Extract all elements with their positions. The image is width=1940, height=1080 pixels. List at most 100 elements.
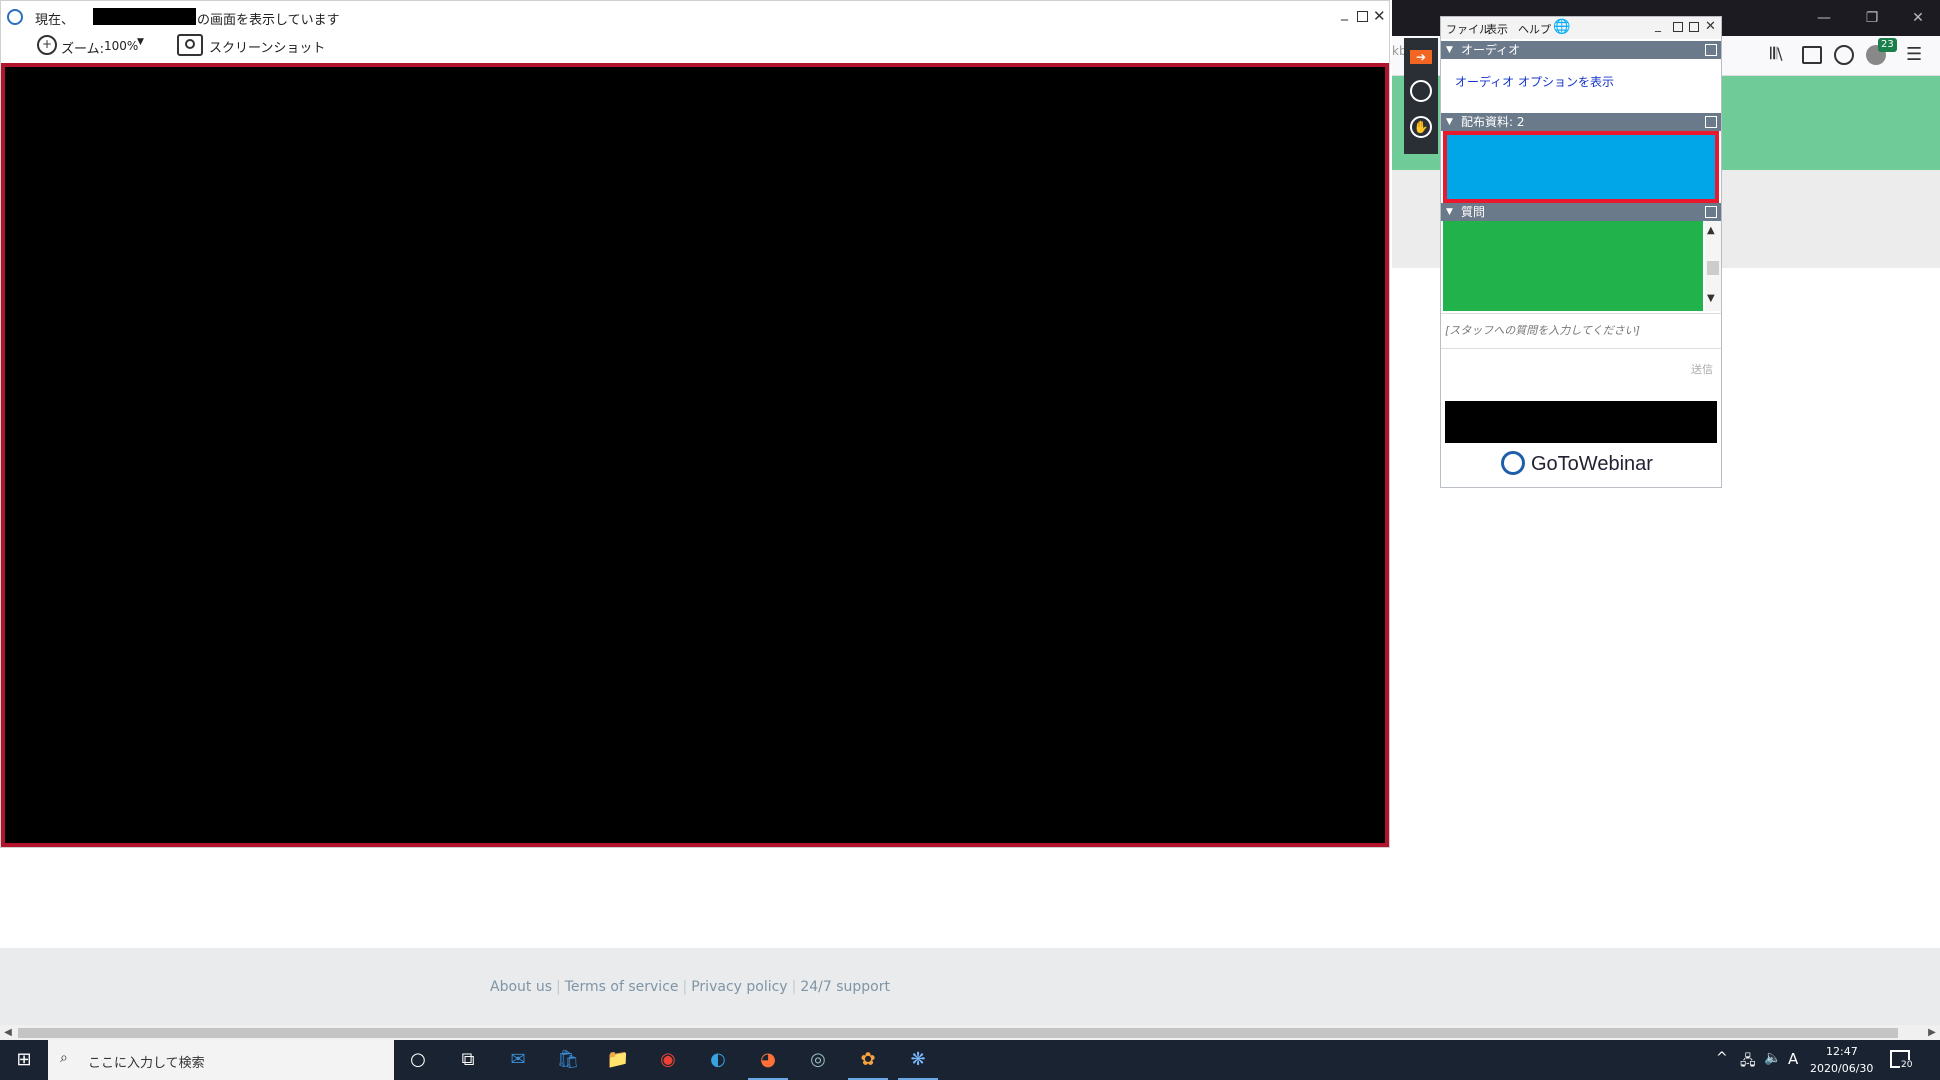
webinar-title-redaction — [1445, 401, 1717, 443]
footer-link-privacy[interactable]: Privacy policy — [691, 979, 787, 995]
close-button[interactable]: ✕ — [1373, 7, 1387, 25]
minimize-button[interactable]: _ — [1341, 5, 1355, 25]
popout-icon[interactable] — [1705, 206, 1717, 218]
minimize-button[interactable]: _ — [1655, 18, 1661, 32]
zoom-value[interactable]: 100% — [104, 39, 138, 53]
raise-hand-icon[interactable]: ✋ — [1410, 116, 1432, 138]
gtw-control-panel: ファイル 表示 ヘルプ 🌐 _ ✕ ▼ オーディオ オーディオ オプションを表示… — [1440, 16, 1722, 488]
question-input[interactable]: [スタッフへの質問を入力してください] — [1441, 313, 1721, 349]
camera-icon[interactable] — [177, 34, 203, 56]
arrow-right-icon[interactable]: ➔ — [1410, 50, 1432, 64]
questions-log — [1443, 221, 1703, 311]
restore-button[interactable]: ❐ — [1852, 6, 1892, 30]
app-icon[interactable]: ◎ — [804, 1046, 832, 1074]
zoom-in-icon[interactable]: + — [37, 35, 57, 55]
search-icon: ⌕ — [60, 1050, 68, 1066]
panel-icon[interactable] — [1410, 80, 1432, 102]
language-globe-icon[interactable]: 🌐 — [1553, 19, 1570, 35]
maximize-button[interactable] — [1357, 11, 1368, 22]
menu-help[interactable]: ヘルプ — [1518, 21, 1551, 37]
menu-file[interactable]: ファイル — [1446, 21, 1490, 37]
footer-links: About us | Terms of service | Privacy policy… — [490, 979, 890, 995]
send-button[interactable]: 送信 — [1691, 361, 1713, 377]
footer-separator: | — [682, 979, 688, 995]
ime-indicator[interactable]: A — [1788, 1050, 1798, 1068]
notification-count-badge: 20 — [1900, 1060, 1914, 1070]
footer-link-about[interactable]: About us — [490, 979, 552, 995]
audio-options-link[interactable]: オーディオ オプションを表示 — [1455, 73, 1614, 90]
clock-date[interactable]: 2020/06/30 — [1810, 1062, 1873, 1075]
library-icon[interactable]: 𝄃𝄃\ — [1770, 44, 1794, 68]
maximize-button[interactable] — [1673, 22, 1683, 32]
search-placeholder: ここに入力して検索 — [88, 1056, 205, 1071]
popout-icon[interactable] — [1705, 44, 1717, 56]
handouts-list[interactable] — [1443, 131, 1719, 203]
sidebar-icon[interactable] — [1802, 46, 1822, 64]
edge-icon[interactable]: ◐ — [704, 1046, 732, 1074]
camera-lens — [185, 39, 195, 49]
horizontal-scrollbar[interactable]: ◀ ▶ — [0, 1025, 1940, 1041]
close-button[interactable]: ✕ — [1898, 6, 1938, 30]
clock-time[interactable]: 12:47 — [1826, 1045, 1858, 1058]
network-icon[interactable]: 🖧 — [1740, 1050, 1756, 1074]
gtw-grab-tab[interactable]: ➔ ✋ — [1404, 38, 1438, 154]
menu-view[interactable]: 表示 — [1486, 21, 1508, 37]
viewer-title-suffix: の画面を表示しています — [197, 13, 340, 28]
screen-viewer-window: 現在、 の画面を表示しています _ ✕ + ズーム: 100% ▼ スクリーンシ… — [0, 0, 1390, 848]
store-icon[interactable]: 🛍 — [554, 1046, 582, 1074]
brand-logo-text: GoToWebinar — [1531, 453, 1653, 475]
close-button[interactable]: ✕ — [1705, 19, 1716, 34]
presenter-name-redaction — [93, 8, 196, 25]
question-placeholder: [スタッフへの質問を入力してください] — [1445, 324, 1640, 337]
minimize-button[interactable]: — — [1804, 6, 1844, 30]
shared-screen-area — [1, 63, 1389, 847]
chrome-icon[interactable]: ◉ — [654, 1046, 682, 1074]
popout-icon[interactable] — [1705, 116, 1717, 128]
popout-button[interactable] — [1689, 22, 1699, 32]
viewer-title-prefix: 現在、 — [35, 13, 75, 28]
footer-link-terms[interactable]: Terms of service — [565, 979, 679, 995]
audio-section-header[interactable]: ▼ オーディオ — [1441, 41, 1721, 59]
questions-section-title: 質問 — [1461, 205, 1486, 219]
footer-link-support[interactable]: 24/7 support — [800, 979, 890, 995]
questions-scrollbar[interactable]: ▲ ▼ — [1705, 221, 1721, 311]
scroll-up-icon[interactable]: ▲ — [1707, 225, 1715, 236]
viewer-toolbar: + ズーム: 100% ▼ スクリーンショット — [1, 31, 1389, 63]
handouts-section-header[interactable]: ▼ 配布資料: 2 — [1441, 113, 1721, 131]
questions-section-header[interactable]: ▼ 質問 — [1441, 203, 1721, 221]
gotowebinar-logo-icon — [7, 9, 23, 25]
menu-icon[interactable]: ☰ — [1906, 44, 1926, 66]
screenshot-button[interactable]: スクリーンショット — [209, 37, 325, 56]
gotowebinar-icon[interactable]: ❋ — [904, 1046, 932, 1074]
windows-start-icon[interactable]: ⊞ — [10, 1046, 38, 1074]
gotomeeting-icon[interactable]: ✿ — [854, 1046, 882, 1074]
scrollbar-thumb[interactable] — [18, 1028, 1898, 1038]
gtw-menubar: ファイル 表示 ヘルプ 🌐 _ ✕ — [1441, 17, 1721, 39]
viewer-titlebar: 現在、 の画面を表示しています _ ✕ — [1, 1, 1389, 31]
file-explorer-icon[interactable]: 📁 — [604, 1046, 632, 1074]
audio-section-title: オーディオ — [1461, 43, 1521, 57]
scroll-down-icon[interactable]: ▼ — [1707, 293, 1715, 304]
zoom-label: ズーム: — [61, 42, 104, 57]
volume-icon[interactable]: 🔈 — [1764, 1050, 1781, 1066]
notification-badge: 23 — [1878, 38, 1897, 52]
scroll-left-icon[interactable]: ◀ — [0, 1025, 16, 1041]
footer-separator: | — [556, 979, 561, 995]
scroll-right-icon[interactable]: ▶ — [1924, 1025, 1940, 1041]
handouts-section-title: 配布資料: 2 — [1461, 115, 1525, 129]
collapse-triangle-icon[interactable]: ▼ — [1446, 203, 1453, 221]
page-footer: About us | Terms of service | Privacy policy… — [0, 948, 1940, 1034]
scrollbar-thumb[interactable] — [1707, 261, 1719, 275]
task-view-icon[interactable]: ⧉ — [454, 1046, 482, 1074]
cortana-icon[interactable]: ○ — [404, 1046, 432, 1074]
collapse-triangle-icon[interactable]: ▼ — [1446, 113, 1453, 131]
collapse-triangle-icon[interactable]: ▼ — [1446, 41, 1453, 59]
windows-taskbar: ⊞ ⌕ ここに入力して検索 ○ ⧉ ✉ 🛍 📁 ◉ ◐ ◕ ◎ ✿ ❋ ^ 🖧 … — [0, 1040, 1940, 1080]
mail-icon[interactable]: ✉ — [504, 1046, 532, 1074]
firefox-icon[interactable]: ◕ — [754, 1046, 782, 1074]
zoom-dropdown-icon[interactable]: ▼ — [137, 37, 144, 47]
footer-separator: | — [791, 979, 797, 995]
taskbar-search-box[interactable]: ⌕ ここに入力して検索 — [48, 1040, 394, 1080]
account-icon[interactable] — [1834, 45, 1854, 65]
tray-chevron-icon[interactable]: ^ — [1716, 1050, 1728, 1066]
